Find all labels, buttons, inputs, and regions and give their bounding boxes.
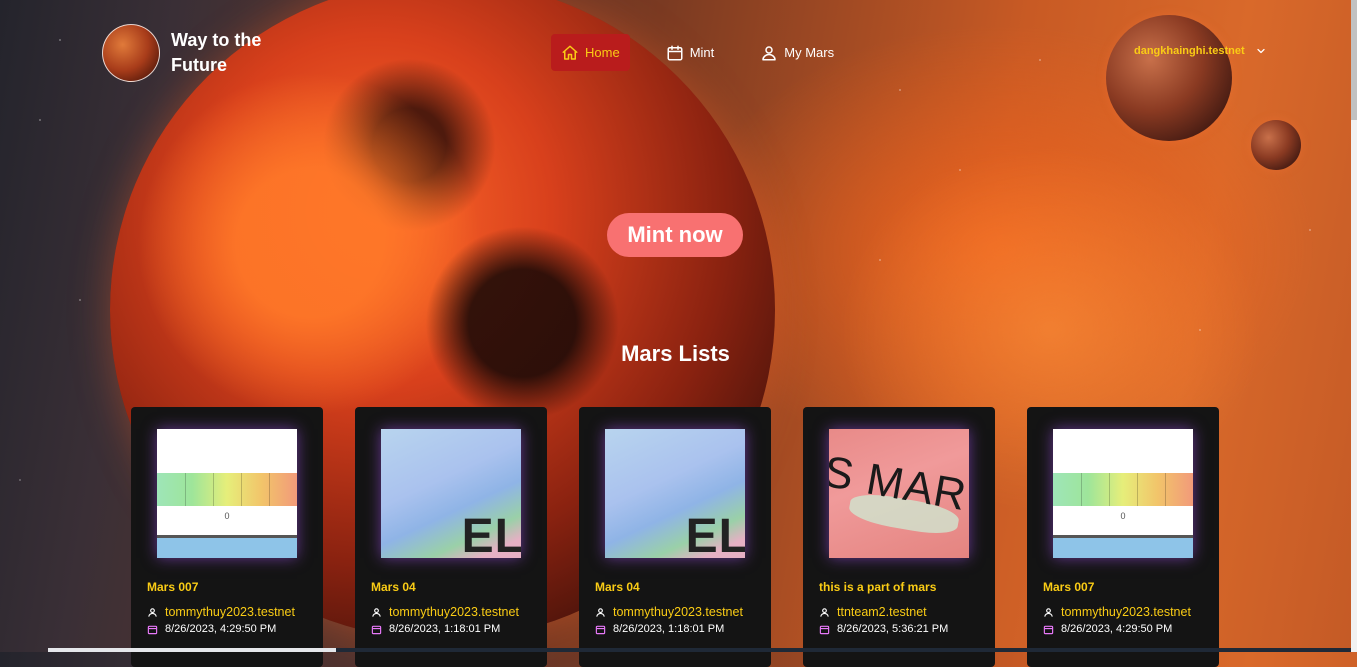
nav-home[interactable]: Home <box>551 34 630 71</box>
main-nav: Home Mint My Mars <box>551 34 870 71</box>
brand-title: Way to the Future <box>171 30 262 75</box>
user-icon <box>820 607 829 617</box>
mars-card-name: Mars 04 <box>371 580 416 594</box>
mars-card-name: this is a part of mars <box>819 580 937 594</box>
mars-card-name: Mars 04 <box>595 580 640 594</box>
mars-card-image: 0 <box>157 429 297 558</box>
vertical-scrollbar-thumb[interactable] <box>1351 0 1357 120</box>
mars-card-name: Mars 007 <box>1043 580 1095 594</box>
nav-mint-label: Mint <box>689 45 715 60</box>
vertical-scrollbar[interactable] <box>1351 0 1357 652</box>
calendar-icon <box>1043 625 1054 634</box>
mint-now-button[interactable]: Mint now <box>607 213 743 257</box>
mars-card-owner: tommythuy2023.testnet <box>1043 605 1191 619</box>
mars-card-date: 8/26/2023, 5:36:21 PM <box>819 623 948 635</box>
nav-my-mars-label: My Mars <box>784 45 835 60</box>
chevron-down-icon <box>1257 48 1265 54</box>
mars-card-image: EL <box>605 429 745 558</box>
mars-card-owner: ttnteam2.testnet <box>819 605 927 619</box>
mars-card[interactable]: S MAR this is a part of mars ttnteam2.te… <box>803 407 995 667</box>
mars-card[interactable]: EL Mars 04 tommythuy2023.testnet 8/26/20… <box>579 407 771 667</box>
mars-card-image: S MAR <box>829 429 969 558</box>
mars-card-date: 8/26/2023, 1:18:01 PM <box>595 623 724 635</box>
user-icon <box>1044 607 1053 617</box>
user-icon <box>372 607 381 617</box>
mars-card-image: EL <box>381 429 521 558</box>
account-name: dangkhainghi.testnet <box>1134 45 1245 57</box>
calendar-icon <box>147 625 158 634</box>
calendar-icon <box>371 625 382 634</box>
mars-card-owner: tommythuy2023.testnet <box>595 605 743 619</box>
user-icon <box>596 607 605 617</box>
mars-card[interactable]: 0 Mars 007 tommythuy2023.testnet 8/26/20… <box>1027 407 1219 667</box>
home-icon <box>562 45 578 60</box>
mars-logo <box>102 24 160 82</box>
user-icon <box>762 45 776 60</box>
brand[interactable]: Way to the Future <box>102 24 281 82</box>
mars-card-date: 8/26/2023, 4:29:50 PM <box>1043 623 1172 635</box>
calendar-icon <box>595 625 606 634</box>
mars-card-name: Mars 007 <box>147 580 199 594</box>
mars-card[interactable]: EL Mars 04 tommythuy2023.testnet 8/26/20… <box>355 407 547 667</box>
mars-card-date: 8/26/2023, 4:29:50 PM <box>147 623 276 635</box>
mars-card-image: 0 <box>1053 429 1193 558</box>
calendar-icon <box>819 625 830 634</box>
moon-small-background <box>1251 120 1301 170</box>
nav-home-label: Home <box>585 45 620 60</box>
nav-mint[interactable]: Mint <box>656 34 725 71</box>
mars-card-owner: tommythuy2023.testnet <box>147 605 295 619</box>
mars-card-owner: tommythuy2023.testnet <box>371 605 519 619</box>
section-title: Mars Lists <box>621 341 730 366</box>
nav-my-mars[interactable]: My Mars <box>750 34 844 71</box>
mars-card-date: 8/26/2023, 1:18:01 PM <box>371 623 500 635</box>
account-dropdown[interactable]: dangkhainghi.testnet <box>1134 45 1267 57</box>
navbar: Way to the Future Home Mint My Mars dang… <box>0 0 1357 110</box>
horizontal-scrollbar-thumb[interactable] <box>48 648 336 652</box>
mars-card[interactable]: 0 Mars 007 tommythuy2023.testnet 8/26/20… <box>131 407 323 667</box>
calendar-icon <box>667 45 683 60</box>
user-icon <box>148 607 157 617</box>
